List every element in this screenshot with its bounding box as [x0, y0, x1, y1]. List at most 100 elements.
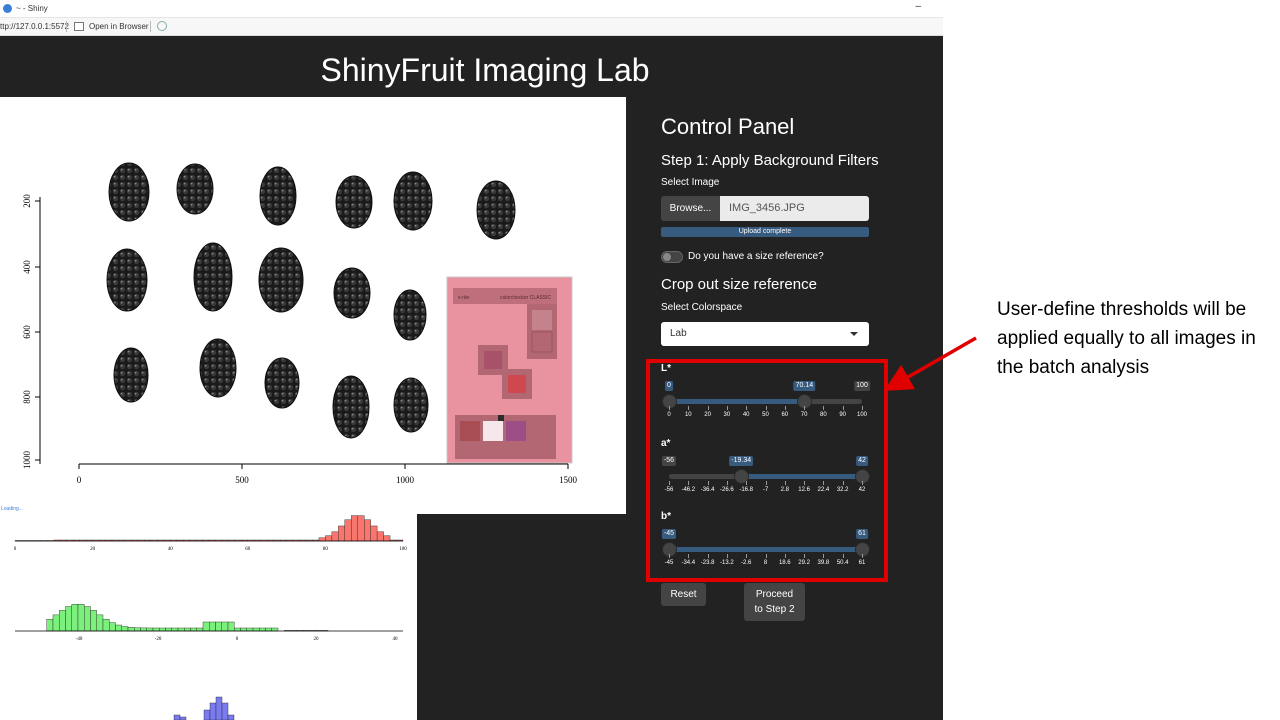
histogram-bar — [234, 627, 241, 632]
histogram-bar — [338, 525, 346, 542]
histogram-bar — [65, 606, 72, 632]
histogram-a — [46, 604, 329, 632]
histogram-bar — [221, 702, 229, 720]
colorspace-select[interactable]: Lab — [661, 322, 869, 346]
toggle-knob — [663, 253, 671, 261]
histogram-bar — [159, 627, 166, 632]
histogram-bar — [227, 621, 235, 632]
y-tick-label: 600 — [22, 325, 32, 339]
histogram-bar — [52, 614, 60, 632]
histogram-bar — [171, 627, 179, 632]
histogram-panel: 0 20 40 60 80 100 -40 -20 0 20 40 — [0, 514, 417, 720]
x-tick-label: 0 — [77, 475, 82, 485]
app-icon — [3, 4, 12, 13]
hist-tick-label: 0 — [236, 637, 239, 642]
toolbar-divider — [150, 21, 151, 32]
histogram-bar — [71, 604, 79, 632]
histogram-bar — [252, 627, 260, 632]
histogram-bar — [209, 621, 216, 632]
open-browser-icon[interactable] — [74, 22, 84, 31]
minimize-button[interactable]: – — [915, 1, 921, 12]
refresh-icon[interactable] — [157, 21, 167, 31]
x-tick-label: 1000 — [396, 475, 415, 485]
histogram-bar — [59, 610, 66, 632]
histogram-bar — [240, 627, 247, 632]
histogram-bar — [331, 531, 339, 542]
proceed-label-line1: Proceed — [755, 589, 794, 600]
shiny-app: ShinyFruit Imaging Lab 200 400 600 800 1000 … — [0, 36, 943, 720]
histogram-bar — [265, 627, 272, 632]
histogram-bar — [177, 627, 185, 632]
histogram-bar — [146, 627, 154, 632]
browse-button[interactable]: Browse... — [661, 196, 720, 221]
histogram-bar — [271, 627, 279, 632]
histogram-bar — [376, 531, 384, 542]
brand-text: x-rite — [458, 295, 469, 301]
hist-tick-label: -40 — [76, 637, 83, 642]
y-axis-ticks: 200 400 600 800 1000 — [22, 194, 40, 469]
file-name-field[interactable]: IMG_3456.JPG — [720, 196, 869, 221]
histogram-bar — [96, 614, 104, 632]
select-image-label: Select Image — [661, 177, 720, 188]
histogram-bar — [318, 537, 326, 542]
window-titlebar: ~ - Shiny – — [0, 0, 943, 18]
x-tick-label: 500 — [235, 475, 249, 485]
histogram-bar — [46, 618, 54, 632]
annotation-arrow — [883, 336, 977, 391]
hist-tick-label: 80 — [323, 547, 329, 552]
histogram-bar — [152, 627, 160, 632]
proceed-to-step2-button[interactable]: Proceed to Step 2 — [744, 583, 805, 621]
histogram-bar — [203, 709, 211, 720]
proceed-label-line2: to Step 2 — [754, 604, 795, 615]
size-reference-toggle[interactable] — [661, 251, 683, 263]
histogram-bar — [344, 519, 352, 542]
histogram-bar — [246, 627, 254, 632]
histogram-bar — [202, 621, 210, 632]
histogram-bar — [84, 606, 91, 632]
histogram-bar — [357, 515, 365, 542]
threshold-highlight-box — [646, 359, 888, 582]
hist-tick-label: 60 — [245, 547, 251, 552]
histogram-bar — [215, 696, 223, 720]
histogram-bar — [383, 535, 391, 542]
colorchecker-text: colorchecker CLASSIC — [500, 295, 552, 301]
url-text[interactable]: ttp://127.0.0.1:5572 — [0, 22, 69, 31]
histogram-bar — [325, 535, 333, 542]
y-tick-label: 800 — [22, 390, 32, 404]
hist-tick-label: 40 — [168, 547, 174, 552]
image-plot-svg: 2004006008001000 0 500 1000 1500 x-rite … — [22, 162, 578, 485]
histogram-bar — [215, 621, 222, 632]
annotation-text: User-define thresholds will be applied e… — [997, 299, 1256, 378]
upload-progress-bar: Upload complete — [661, 227, 869, 237]
x-axis-ticks: 0 500 1000 1500 — [77, 464, 578, 485]
hist-tick-label: 20 — [314, 637, 320, 642]
histogram-l — [14, 515, 404, 542]
histogram-bar — [77, 604, 85, 632]
reset-button[interactable]: Reset — [661, 583, 706, 606]
histogram-bar — [364, 519, 371, 542]
size-reference-label: Do you have a size reference? — [688, 251, 824, 262]
y-tick-label: 1000 — [22, 451, 32, 470]
control-panel-title: Control Panel — [661, 114, 795, 139]
open-in-browser-button[interactable]: Open in Browser — [89, 22, 149, 31]
colorspace-label: Select Colorspace — [661, 302, 743, 313]
histogram-bar — [90, 610, 97, 632]
hist-tick-label: 20 — [90, 547, 96, 552]
histogram-bar — [102, 618, 110, 632]
histogram-bar — [134, 627, 141, 632]
histogram-bar — [121, 626, 129, 632]
histogram-bar — [140, 627, 147, 632]
hist-tick-label: 100 — [399, 547, 407, 552]
colorspace-value: Lab — [670, 328, 687, 339]
histogram-bar — [165, 627, 172, 632]
histogram-bar — [209, 702, 217, 720]
histogram-bar — [259, 627, 266, 632]
histogram-bar — [184, 627, 191, 632]
hist-tick-label: 0 — [14, 547, 17, 552]
x-tick-label: 1500 — [559, 475, 578, 485]
app-title: ShinyFruit Imaging Lab — [320, 52, 650, 88]
histogram-bar — [109, 622, 116, 632]
crop-size-reference-title: Crop out size reference — [661, 276, 817, 293]
histogram-a-ticks: -40 -20 0 20 40 — [76, 637, 398, 642]
histogram-bar — [173, 714, 181, 720]
